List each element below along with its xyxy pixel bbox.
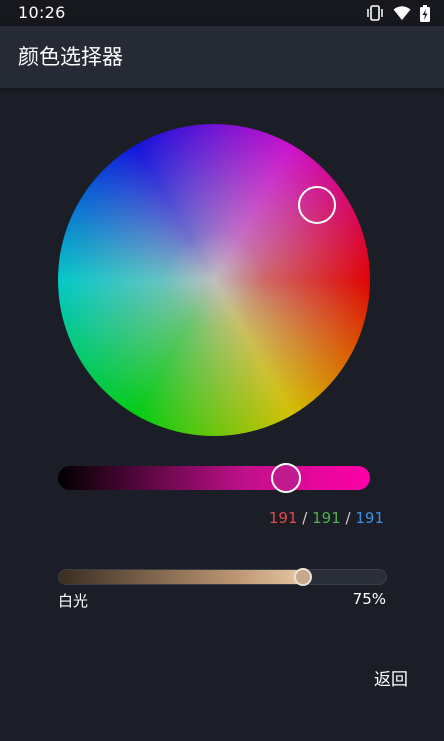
rgb-readout: 191 / 191 / 191	[269, 509, 384, 527]
white-light-slider-fill	[59, 570, 305, 584]
wifi-icon	[393, 6, 411, 20]
battery-charging-icon	[420, 4, 430, 22]
status-icons	[366, 4, 430, 22]
page-title: 颜色选择器	[18, 45, 123, 69]
status-time: 10:26	[18, 3, 66, 22]
vibrate-icon	[367, 5, 383, 21]
back-button[interactable]: 返回	[374, 665, 408, 690]
rgb-red-value: 191	[268, 509, 298, 527]
white-light-label: 白光	[58, 592, 89, 610]
rgb-separator: /	[340, 509, 356, 527]
app-bar: 颜色选择器	[0, 26, 444, 88]
hue-slider[interactable]	[58, 466, 370, 490]
rgb-separator: /	[297, 509, 313, 527]
rgb-blue-value: 191	[355, 509, 384, 527]
rgb-green-value: 191	[312, 509, 341, 527]
white-light-slider-thumb[interactable]	[294, 568, 312, 586]
color-wheel[interactable]	[58, 124, 370, 436]
white-light-value: 75%	[352, 590, 386, 608]
hue-slider-thumb[interactable]	[271, 463, 301, 493]
white-light-slider[interactable]	[58, 569, 387, 585]
status-bar: 10:26	[0, 0, 444, 26]
color-wheel-cursor[interactable]	[298, 186, 336, 224]
